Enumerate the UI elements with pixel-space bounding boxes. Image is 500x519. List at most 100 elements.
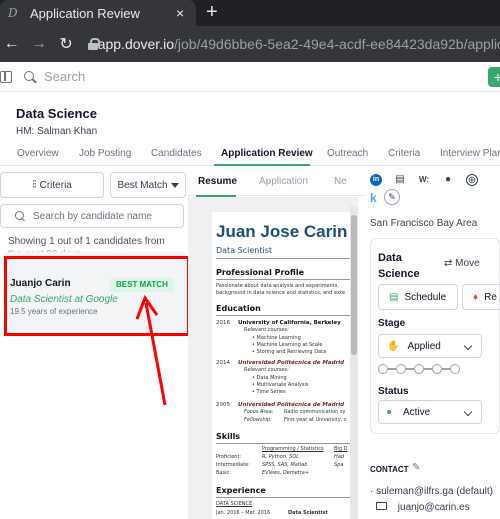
progress-connector (442, 368, 450, 370)
thumbs-down-icon: ♦ (473, 291, 479, 303)
progress-connector (424, 368, 432, 370)
edu-bullet: • Multivariate Analysis (252, 382, 309, 388)
divider (216, 258, 354, 259)
tab-job-posting[interactable]: Job Posting (79, 148, 131, 159)
stage-progress (378, 364, 460, 374)
tab-application[interactable]: Application (259, 176, 308, 187)
back-arrow-icon[interactable]: ← (0, 35, 23, 53)
edu-school: University of California, Berkeley (238, 320, 341, 326)
candidate-search-input[interactable]: Search by candidate name (0, 204, 184, 228)
criteria-button[interactable]: ⫶⫶ Criteria (0, 172, 104, 198)
edu-school: Universidad Politécnica de Madrid (238, 360, 345, 366)
experience-sub: DATA SCIENCE (216, 501, 253, 507)
sidebar-toggle-icon[interactable] (0, 70, 12, 83)
resume-section-education: Education (216, 304, 261, 313)
edu-sub: Relevant courses: (244, 367, 289, 373)
url-field[interactable]: app.dover.io /job/49d6bbe6-5ea2-49e4-acd… (87, 36, 500, 52)
experience-role: Data Scientist (288, 510, 328, 516)
skills-value: Spa (334, 462, 344, 468)
stage-dropdown[interactable]: ✋ Applied (378, 334, 482, 358)
tab-criteria[interactable]: Criteria (388, 148, 420, 159)
add-button[interactable]: + (488, 67, 500, 87)
stage-hand-icon: ✋ (387, 340, 400, 352)
browser-tab-title: Application Review (30, 5, 140, 21)
status-dropdown[interactable]: Active (378, 400, 482, 424)
wellfound-icon[interactable]: W: (418, 174, 430, 186)
edu-sub: Focus Area: (244, 409, 274, 415)
reload-icon[interactable]: ↻ (54, 34, 77, 54)
sort-dropdown[interactable]: Best Match (110, 172, 186, 198)
resume-role: Data Scientist (216, 246, 272, 255)
contact-email-text: juanjo@carin.es (397, 502, 470, 513)
browser-tab[interactable]: D Application Review × (0, 0, 196, 26)
progress-step (396, 364, 406, 374)
schedule-button[interactable]: ▤ Schedule (378, 284, 458, 310)
active-tab-indicator (214, 164, 310, 166)
progress-connector (406, 368, 414, 370)
app-search-input[interactable]: Search (44, 69, 85, 84)
stage-card-title: Data Science (378, 250, 420, 282)
edu-sub-value: Radio communication sy (284, 409, 346, 415)
skills-value: Had (334, 454, 344, 460)
globe-icon[interactable]: ⊕ (466, 174, 478, 186)
url-host: app.dover.io (97, 36, 174, 52)
app-topbar: Search + (0, 62, 500, 92)
url-path: /job/49d6bbe6-5ea2-49e4-acdf-ee84423da92… (174, 36, 500, 52)
stage-value: Applied (407, 340, 441, 352)
kaggle-icon[interactable]: k (370, 191, 377, 205)
close-tab-icon[interactable]: × (176, 5, 184, 21)
github-icon[interactable]: ● (442, 174, 454, 186)
reject-label: Re (484, 291, 497, 303)
resume-section-skills: Skills (216, 432, 241, 441)
status-value: Active (403, 406, 431, 418)
divider (216, 443, 354, 444)
progress-connector (388, 368, 396, 370)
progress-step (432, 364, 442, 374)
search-icon (15, 211, 25, 221)
mail-icon (376, 502, 387, 511)
tab-overview[interactable]: Overview (17, 148, 59, 159)
tab-interview-plan[interactable]: Interview Plan (440, 148, 500, 159)
divider (216, 315, 354, 316)
tab-application-review[interactable]: Application Review (221, 148, 313, 159)
skills-header: Big D (334, 446, 348, 452)
edu-bullet: • Machine Learning at Scale (252, 342, 323, 348)
stage-card-title-line: Science (378, 268, 420, 280)
contact-email[interactable]: · suleman@ilfrs.ga (default) (370, 486, 493, 497)
page-title: Data Science (16, 106, 97, 121)
resume-scroll-thumb[interactable] (351, 215, 357, 355)
tab-candidates[interactable]: Candidates (151, 148, 202, 159)
stage-card-title-line: Data (378, 252, 402, 264)
edu-bullet: • Time Series (252, 389, 286, 395)
forward-arrow-icon[interactable]: → (27, 35, 50, 53)
edit-links-icon[interactable]: ✎ (384, 189, 400, 205)
caret-down-icon (170, 182, 179, 188)
skills-level: Intermediate: (216, 462, 250, 468)
search-icon (24, 70, 36, 83)
reject-button[interactable]: ♦ Re (462, 284, 500, 310)
skills-value: SPSS, SAS, Matlab (262, 462, 308, 468)
skills-value: R, Python, SQL (262, 454, 300, 460)
skills-header: Programming / Statistics (262, 446, 324, 452)
new-tab-icon[interactable]: + (206, 1, 218, 24)
document-icon[interactable]: ▤ (394, 174, 406, 186)
resume-name: Juan Jose Carin (216, 222, 348, 241)
swap-arrows-icon: ⇄ (444, 258, 453, 269)
skills-value: EViews, Demetra+ (262, 470, 310, 476)
status-label: Status (378, 386, 409, 397)
contact-email[interactable]: juanjo@carin.es (376, 502, 470, 513)
resume-section-profile: Professional Profile (216, 268, 304, 277)
edit-contact-icon[interactable]: ✎ (412, 462, 420, 473)
edu-year: 2014 (216, 360, 230, 366)
tab-resume[interactable]: Resume (198, 176, 237, 187)
schedule-label: Schedule (404, 291, 447, 303)
move-button[interactable]: ⇄ Move (444, 258, 480, 269)
tab-outreach[interactable]: Outreach (327, 148, 368, 159)
tab-notes[interactable]: Ne (334, 176, 347, 187)
profile-text: background in data science and statistic… (216, 290, 346, 296)
linkedin-icon[interactable]: in (370, 174, 382, 186)
progress-step (414, 364, 424, 374)
experience-dates: Jan. 2016 – Mar. 2016 (216, 510, 271, 516)
progress-step (450, 364, 460, 374)
browser-tab-bar: D Application Review × + (0, 0, 500, 26)
